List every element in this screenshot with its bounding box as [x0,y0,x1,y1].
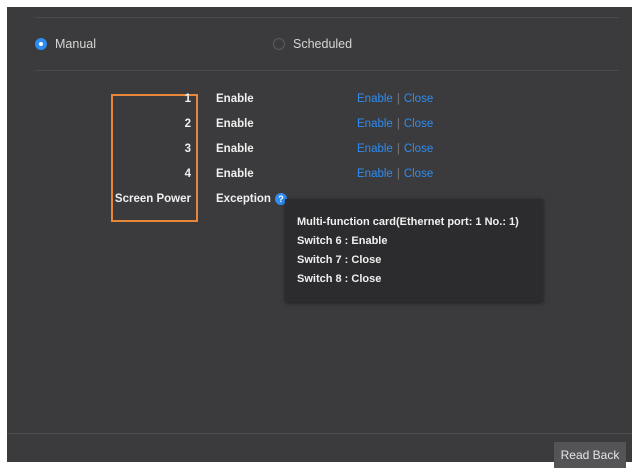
enable-link[interactable]: Enable [357,118,393,130]
screen-power-label: Screen Power [114,193,191,205]
switch-status: Enable [216,143,254,155]
switch-actions: Enable | Close [357,168,433,180]
switch-label: 4 [184,168,191,180]
footer-divider [7,433,632,434]
scheduled-radio-option[interactable]: Scheduled [273,37,352,51]
switch-status: Enable [216,168,254,180]
close-link[interactable]: Close [404,168,433,180]
tooltip-switch-6: Switch 6 : Enable [297,235,388,247]
switch-status: Enable [216,118,254,130]
link-separator: | [396,93,400,105]
close-link[interactable]: Close [404,93,433,105]
switch-label: 3 [184,143,191,155]
enable-link[interactable]: Enable [357,168,393,180]
screen-power-panel: Manual Scheduled 1 Enable Enable | Close 2… [7,7,632,468]
switch-actions: Enable | Close [357,143,433,155]
link-separator: | [396,143,400,155]
tooltip-switch-7: Switch 7 : Close [297,254,382,266]
close-link[interactable]: Close [404,118,433,130]
scheduled-radio-label: Scheduled [293,37,353,51]
close-link[interactable]: Close [404,143,433,155]
enable-link[interactable]: Enable [357,143,393,155]
manual-radio-label: Manual [55,37,96,51]
screen-power-status-text: Exception [216,193,271,206]
tooltip-switch-8: Switch 8 : Close [297,273,382,285]
tooltip-card-info: Multi-function card(Ethernet port: 1 No.… [297,216,519,228]
top-divider [35,17,619,18]
switch-label: 1 [184,93,191,105]
switch-actions: Enable | Close [357,118,433,130]
enable-link[interactable]: Enable [357,93,393,105]
section-divider [35,70,619,71]
status-tooltip: Multi-function card(Ethernet port: 1 No.… [285,199,543,302]
read-back-button[interactable]: Read Back [554,442,626,468]
switch-actions: Enable | Close [357,93,433,105]
manual-radio-option[interactable]: Manual [35,37,96,51]
scheduled-radio-button[interactable] [273,38,285,50]
manual-radio-button[interactable] [35,38,47,50]
link-separator: | [396,118,400,130]
link-separator: | [396,168,400,180]
screen-power-status: Exception? [216,193,287,205]
switch-status: Enable [216,93,254,105]
switch-label: 2 [184,118,191,130]
